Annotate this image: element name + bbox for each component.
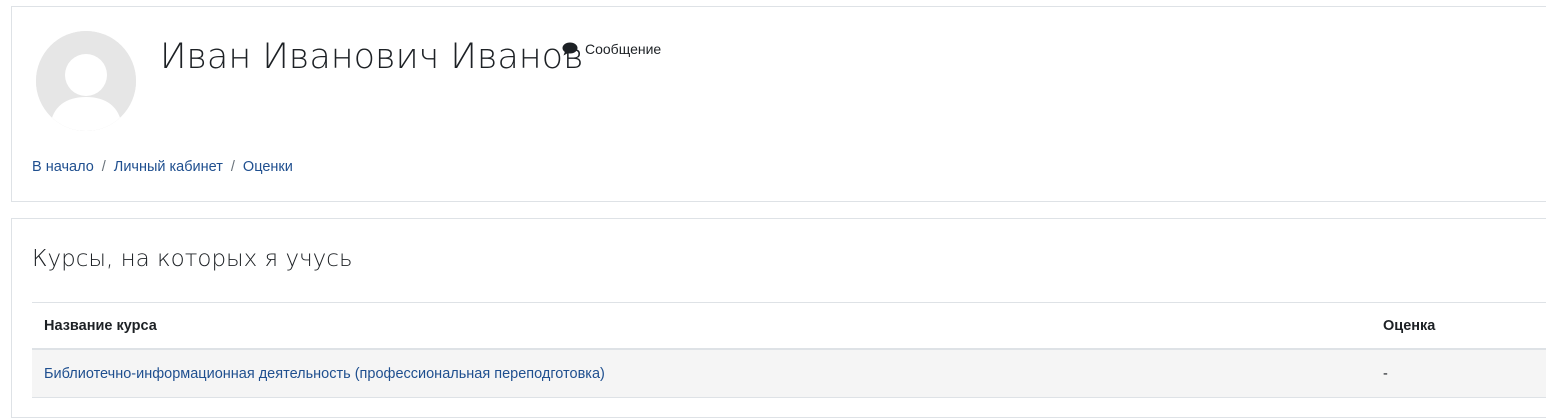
table-header-row: Название курса Оценка <box>32 302 1546 350</box>
breadcrumb-separator: / <box>101 159 106 175</box>
default-user-avatar-icon <box>36 31 136 131</box>
message-button[interactable]: Сообщение <box>562 41 661 57</box>
column-header-course-name: Название курса <box>44 318 157 334</box>
avatar[interactable] <box>36 31 136 131</box>
course-name-cell: Библиотечно-информационная деятельность … <box>44 350 605 398</box>
breadcrumb-separator: / <box>230 159 235 175</box>
section-title: Курсы, на которых я учусь <box>32 246 353 272</box>
page-title: Иван Иванович Иванов <box>160 37 584 77</box>
courses-section: Курсы, на которых я учусь Название курса… <box>11 218 1546 418</box>
speech-bubble-icon <box>562 42 578 56</box>
message-label: Сообщение <box>585 41 662 57</box>
breadcrumb: В начало / Личный кабинет / Оценки <box>32 157 293 177</box>
breadcrumb-item-home[interactable]: В начало <box>32 157 94 177</box>
column-header-grade: Оценка <box>1383 318 1436 334</box>
grade-cell: - <box>1383 366 1388 382</box>
grades-table: Название курса Оценка Библиотечно-информ… <box>32 302 1546 398</box>
page-header: Иван Иванович Иванов Сообщение В начало … <box>11 6 1546 202</box>
table-row: Библиотечно-информационная деятельность … <box>32 350 1546 398</box>
course-link[interactable]: Библиотечно-информационная деятельность … <box>44 366 605 382</box>
breadcrumb-item-grades[interactable]: Оценки <box>243 157 293 177</box>
breadcrumb-item-dashboard[interactable]: Личный кабинет <box>114 157 223 177</box>
